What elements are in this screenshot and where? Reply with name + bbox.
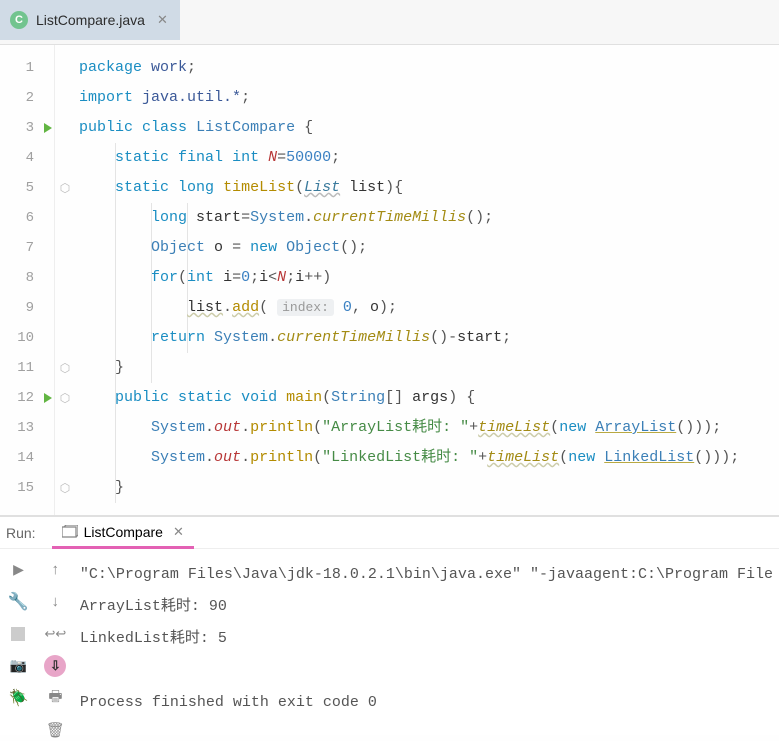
fold-column: ⬡ ⬡ ⬡ ⬡ — [55, 45, 75, 515]
run-tool-window: Run: ListCompare ✕ ▶ 🔧 📷 🪲 ↑ ↓ ↩↩ ⇩ 🖶 🗑 … — [0, 515, 779, 735]
console-line: LinkedList耗时: 5 — [80, 623, 773, 655]
close-icon[interactable]: ✕ — [173, 524, 184, 540]
run-config-tab[interactable]: ListCompare ✕ — [52, 518, 194, 549]
camera-icon[interactable]: 📷 — [7, 655, 29, 677]
java-class-icon: C — [10, 11, 28, 29]
line-number: 12 — [0, 383, 54, 413]
code-line: list.add( index: 0, o); — [75, 293, 779, 323]
line-number: 15 — [0, 473, 54, 503]
run-header: Run: ListCompare ✕ — [0, 517, 779, 549]
close-icon[interactable]: ✕ — [157, 12, 168, 28]
fold-handle-icon[interactable]: ⬡ — [55, 353, 75, 383]
rerun-icon[interactable]: ▶ — [7, 559, 29, 581]
code-line: return System.currentTimeMillis()-start; — [75, 323, 779, 353]
code-line: } — [75, 473, 779, 503]
trash-icon[interactable]: 🗑 — [44, 719, 66, 741]
code-line: static long timeList(List list){ — [75, 173, 779, 203]
code-line: import java.util.*; — [75, 83, 779, 113]
soft-wrap-icon[interactable]: ↩↩ — [44, 623, 66, 645]
editor-tab-bar: C ListCompare.java ✕ — [0, 0, 779, 45]
line-number: 14 — [0, 443, 54, 473]
console-line: ArrayList耗时: 90 — [80, 591, 773, 623]
console-line — [80, 655, 773, 687]
fold-handle-icon[interactable]: ⬡ — [55, 473, 75, 503]
line-number: 5 — [0, 173, 54, 203]
fold-handle-icon[interactable]: ⬡ — [55, 173, 75, 203]
line-number: 9 — [0, 293, 54, 323]
line-number: 11 — [0, 353, 54, 383]
code-line: } — [75, 353, 779, 383]
line-number: 1 — [0, 53, 54, 83]
line-number: 4 — [0, 143, 54, 173]
parameter-hint-inlay: index: — [277, 299, 334, 316]
arrow-down-icon[interactable]: ↓ — [44, 591, 66, 613]
console-output[interactable]: "C:\Program Files\Java\jdk-18.0.2.1\bin\… — [74, 549, 779, 741]
run-toolbar-left: ▶ 🔧 📷 🪲 — [0, 549, 37, 741]
line-number: 10 — [0, 323, 54, 353]
line-number: 8 — [0, 263, 54, 293]
run-gutter-icon[interactable] — [44, 123, 52, 133]
wrench-icon[interactable]: 🔧 — [7, 591, 29, 613]
code-area[interactable]: package work; import java.util.*; public… — [75, 45, 779, 515]
stop-icon[interactable] — [7, 623, 29, 645]
code-line: static final int N=50000; — [75, 143, 779, 173]
line-number: 13 — [0, 413, 54, 443]
run-config-icon — [62, 525, 78, 539]
line-number: 2 — [0, 83, 54, 113]
code-line: Object o = new Object(); — [75, 233, 779, 263]
run-gutter-icon[interactable] — [44, 393, 52, 403]
code-line: public static void main(String[] args) { — [75, 383, 779, 413]
bug-icon[interactable]: 🪲 — [7, 687, 29, 709]
line-number: 3 — [0, 113, 54, 143]
run-config-name: ListCompare — [84, 524, 163, 540]
code-line: for(int i=0;i<N;i++) — [75, 263, 779, 293]
fold-handle-icon[interactable]: ⬡ — [55, 383, 75, 413]
code-line: public class ListCompare { — [75, 113, 779, 143]
tab-filename: ListCompare.java — [36, 12, 145, 28]
code-editor[interactable]: 1 2 3 4 5 6 7 8 9 10 11 12 13 14 15 ⬡ ⬡ … — [0, 45, 779, 515]
console-line: "C:\Program Files\Java\jdk-18.0.2.1\bin\… — [80, 559, 773, 591]
arrow-up-icon[interactable]: ↑ — [44, 559, 66, 581]
print-icon[interactable]: 🖶 — [44, 687, 66, 709]
run-label: Run: — [2, 525, 36, 541]
code-line: package work; — [75, 53, 779, 83]
line-number: 7 — [0, 233, 54, 263]
line-number: 6 — [0, 203, 54, 233]
file-tab[interactable]: C ListCompare.java ✕ — [0, 0, 180, 40]
console-line: Process finished with exit code 0 — [80, 687, 773, 719]
run-toolbar-secondary: ↑ ↓ ↩↩ ⇩ 🖶 🗑 — [37, 549, 74, 741]
code-line: System.out.println("LinkedList耗时: "+time… — [75, 443, 779, 473]
code-line: long start=System.currentTimeMillis(); — [75, 203, 779, 233]
download-icon[interactable]: ⇩ — [44, 655, 66, 677]
line-number-gutter: 1 2 3 4 5 6 7 8 9 10 11 12 13 14 15 — [0, 45, 55, 515]
code-line: System.out.println("ArrayList耗时: "+timeL… — [75, 413, 779, 443]
